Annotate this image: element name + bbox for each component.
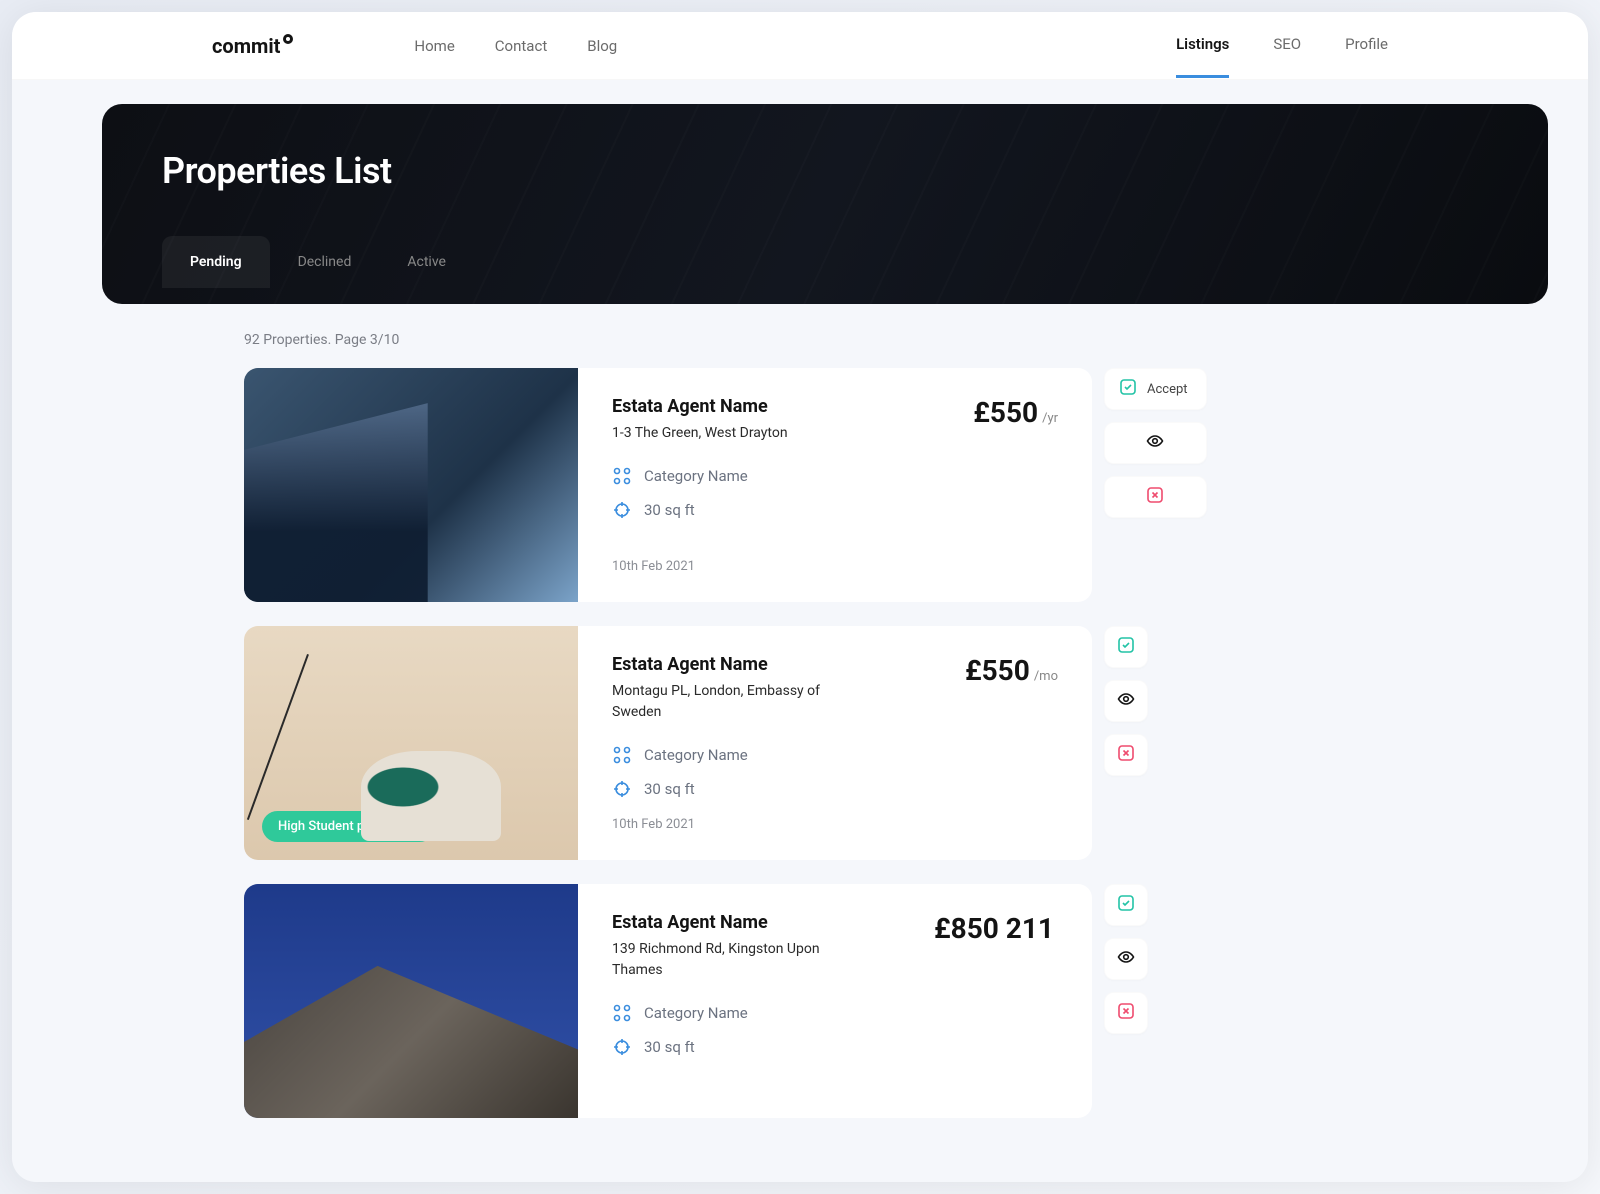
logo-icon — [282, 33, 294, 45]
listing-image — [244, 884, 578, 1118]
hero: Properties List PendingDeclinedActive — [102, 104, 1548, 304]
topbar: commit HomeContactBlog ListingsSEOProfil… — [12, 12, 1588, 80]
check-icon — [1117, 894, 1135, 916]
listing-card[interactable]: Estata Agent Name 139 Richmond Rd, Kingst… — [244, 884, 1092, 1118]
area-icon — [612, 779, 632, 799]
view-button[interactable] — [1104, 938, 1148, 980]
nav-link-profile[interactable]: Profile — [1345, 35, 1388, 78]
nav-link-listings[interactable]: Listings — [1176, 35, 1229, 78]
price: £550/yr — [973, 396, 1058, 429]
agent-name: Estata Agent Name — [612, 396, 788, 417]
close-icon — [1117, 744, 1135, 766]
close-icon — [1146, 486, 1164, 508]
nav-link-seo[interactable]: SEO — [1273, 35, 1301, 78]
close-icon — [1117, 1002, 1135, 1024]
area-label: 30 sq ft — [644, 780, 695, 798]
check-icon — [1117, 636, 1135, 658]
category-icon — [612, 745, 632, 765]
price: £550/mo — [965, 654, 1058, 687]
summary-text: 92 Properties. Page 3/10 — [244, 332, 1388, 348]
hero-tabs: PendingDeclinedActive — [162, 236, 1488, 288]
listing-row: Estata Agent Name 139 Richmond Rd, Kingst… — [244, 884, 1388, 1118]
agent-name: Estata Agent Name — [612, 912, 872, 933]
listing-row: Estata Agent Name 1-3 The Green, West Dra… — [244, 368, 1388, 602]
category-icon — [612, 466, 632, 486]
listing-body: Estata Agent Name 139 Richmond Rd, Kingst… — [578, 884, 1092, 1118]
listing-body: Estata Agent Name Montagu PL, London, Emb… — [578, 626, 1092, 860]
nav-link-home[interactable]: Home — [414, 37, 454, 55]
view-button[interactable] — [1104, 680, 1148, 722]
price-value: £550 — [965, 654, 1030, 687]
listing-actions — [1104, 626, 1148, 860]
area-label: 30 sq ft — [644, 1038, 695, 1056]
price-value: £850 211 — [934, 912, 1054, 945]
tab-declined[interactable]: Declined — [270, 236, 380, 288]
nav-right: ListingsSEOProfile — [1176, 24, 1388, 67]
price-unit: /yr — [1042, 411, 1058, 426]
address: 139 Richmond Rd, Kingston Upon Thames — [612, 939, 872, 981]
address: Montagu PL, London, Embassy of Sweden — [612, 681, 872, 723]
eye-icon — [1146, 432, 1164, 454]
accept-button[interactable] — [1104, 884, 1148, 926]
listing-body: Estata Agent Name 1-3 The Green, West Dra… — [578, 368, 1092, 602]
eye-icon — [1117, 690, 1135, 712]
check-icon — [1119, 378, 1137, 400]
app-frame: commit HomeContactBlog ListingsSEOProfil… — [12, 12, 1588, 1182]
eye-icon — [1117, 948, 1135, 970]
listing-actions — [1104, 884, 1148, 1118]
listing-date: 10th Feb 2021 — [612, 559, 1058, 574]
category-label: Category Name — [644, 467, 748, 485]
price-value: £550 — [973, 396, 1038, 429]
address: 1-3 The Green, West Drayton — [612, 423, 788, 444]
listing-badge: High Student population — [262, 811, 435, 842]
listing-row: High Student population Estata Agent Name… — [244, 626, 1388, 860]
page-title: Properties List — [162, 150, 1488, 192]
reject-button[interactable] — [1104, 476, 1207, 518]
price: £850 211 — [934, 912, 1058, 945]
category-label: Category Name — [644, 1004, 748, 1022]
accept-label: Accept — [1147, 382, 1188, 397]
reject-button[interactable] — [1104, 734, 1148, 776]
listing-card[interactable]: Estata Agent Name 1-3 The Green, West Dra… — [244, 368, 1092, 602]
area-icon — [612, 500, 632, 520]
logo[interactable]: commit — [212, 33, 294, 59]
reject-button[interactable] — [1104, 992, 1148, 1034]
view-button[interactable] — [1104, 422, 1207, 464]
listing-actions: Accept — [1104, 368, 1207, 602]
area-icon — [612, 1037, 632, 1057]
category-icon — [612, 1003, 632, 1023]
price-unit: /mo — [1034, 669, 1058, 684]
logo-text: commit — [212, 34, 280, 58]
listing-card[interactable]: High Student population Estata Agent Name… — [244, 626, 1092, 860]
content: 92 Properties. Page 3/10 Estata Agent Na… — [12, 304, 1588, 1182]
tab-active[interactable]: Active — [379, 236, 474, 288]
listing-date: 10th Feb 2021 — [612, 817, 1058, 832]
listing-image — [244, 368, 578, 602]
area-label: 30 sq ft — [644, 501, 695, 519]
tab-pending[interactable]: Pending — [162, 236, 270, 288]
category-label: Category Name — [644, 746, 748, 764]
nav-left: Home Contact Blog — [414, 37, 617, 55]
nav-link-blog[interactable]: Blog — [587, 37, 617, 55]
nav-link-contact[interactable]: Contact — [495, 37, 547, 55]
agent-name: Estata Agent Name — [612, 654, 872, 675]
accept-button[interactable]: Accept — [1104, 368, 1207, 410]
listing-image: High Student population — [244, 626, 578, 860]
accept-button[interactable] — [1104, 626, 1148, 668]
